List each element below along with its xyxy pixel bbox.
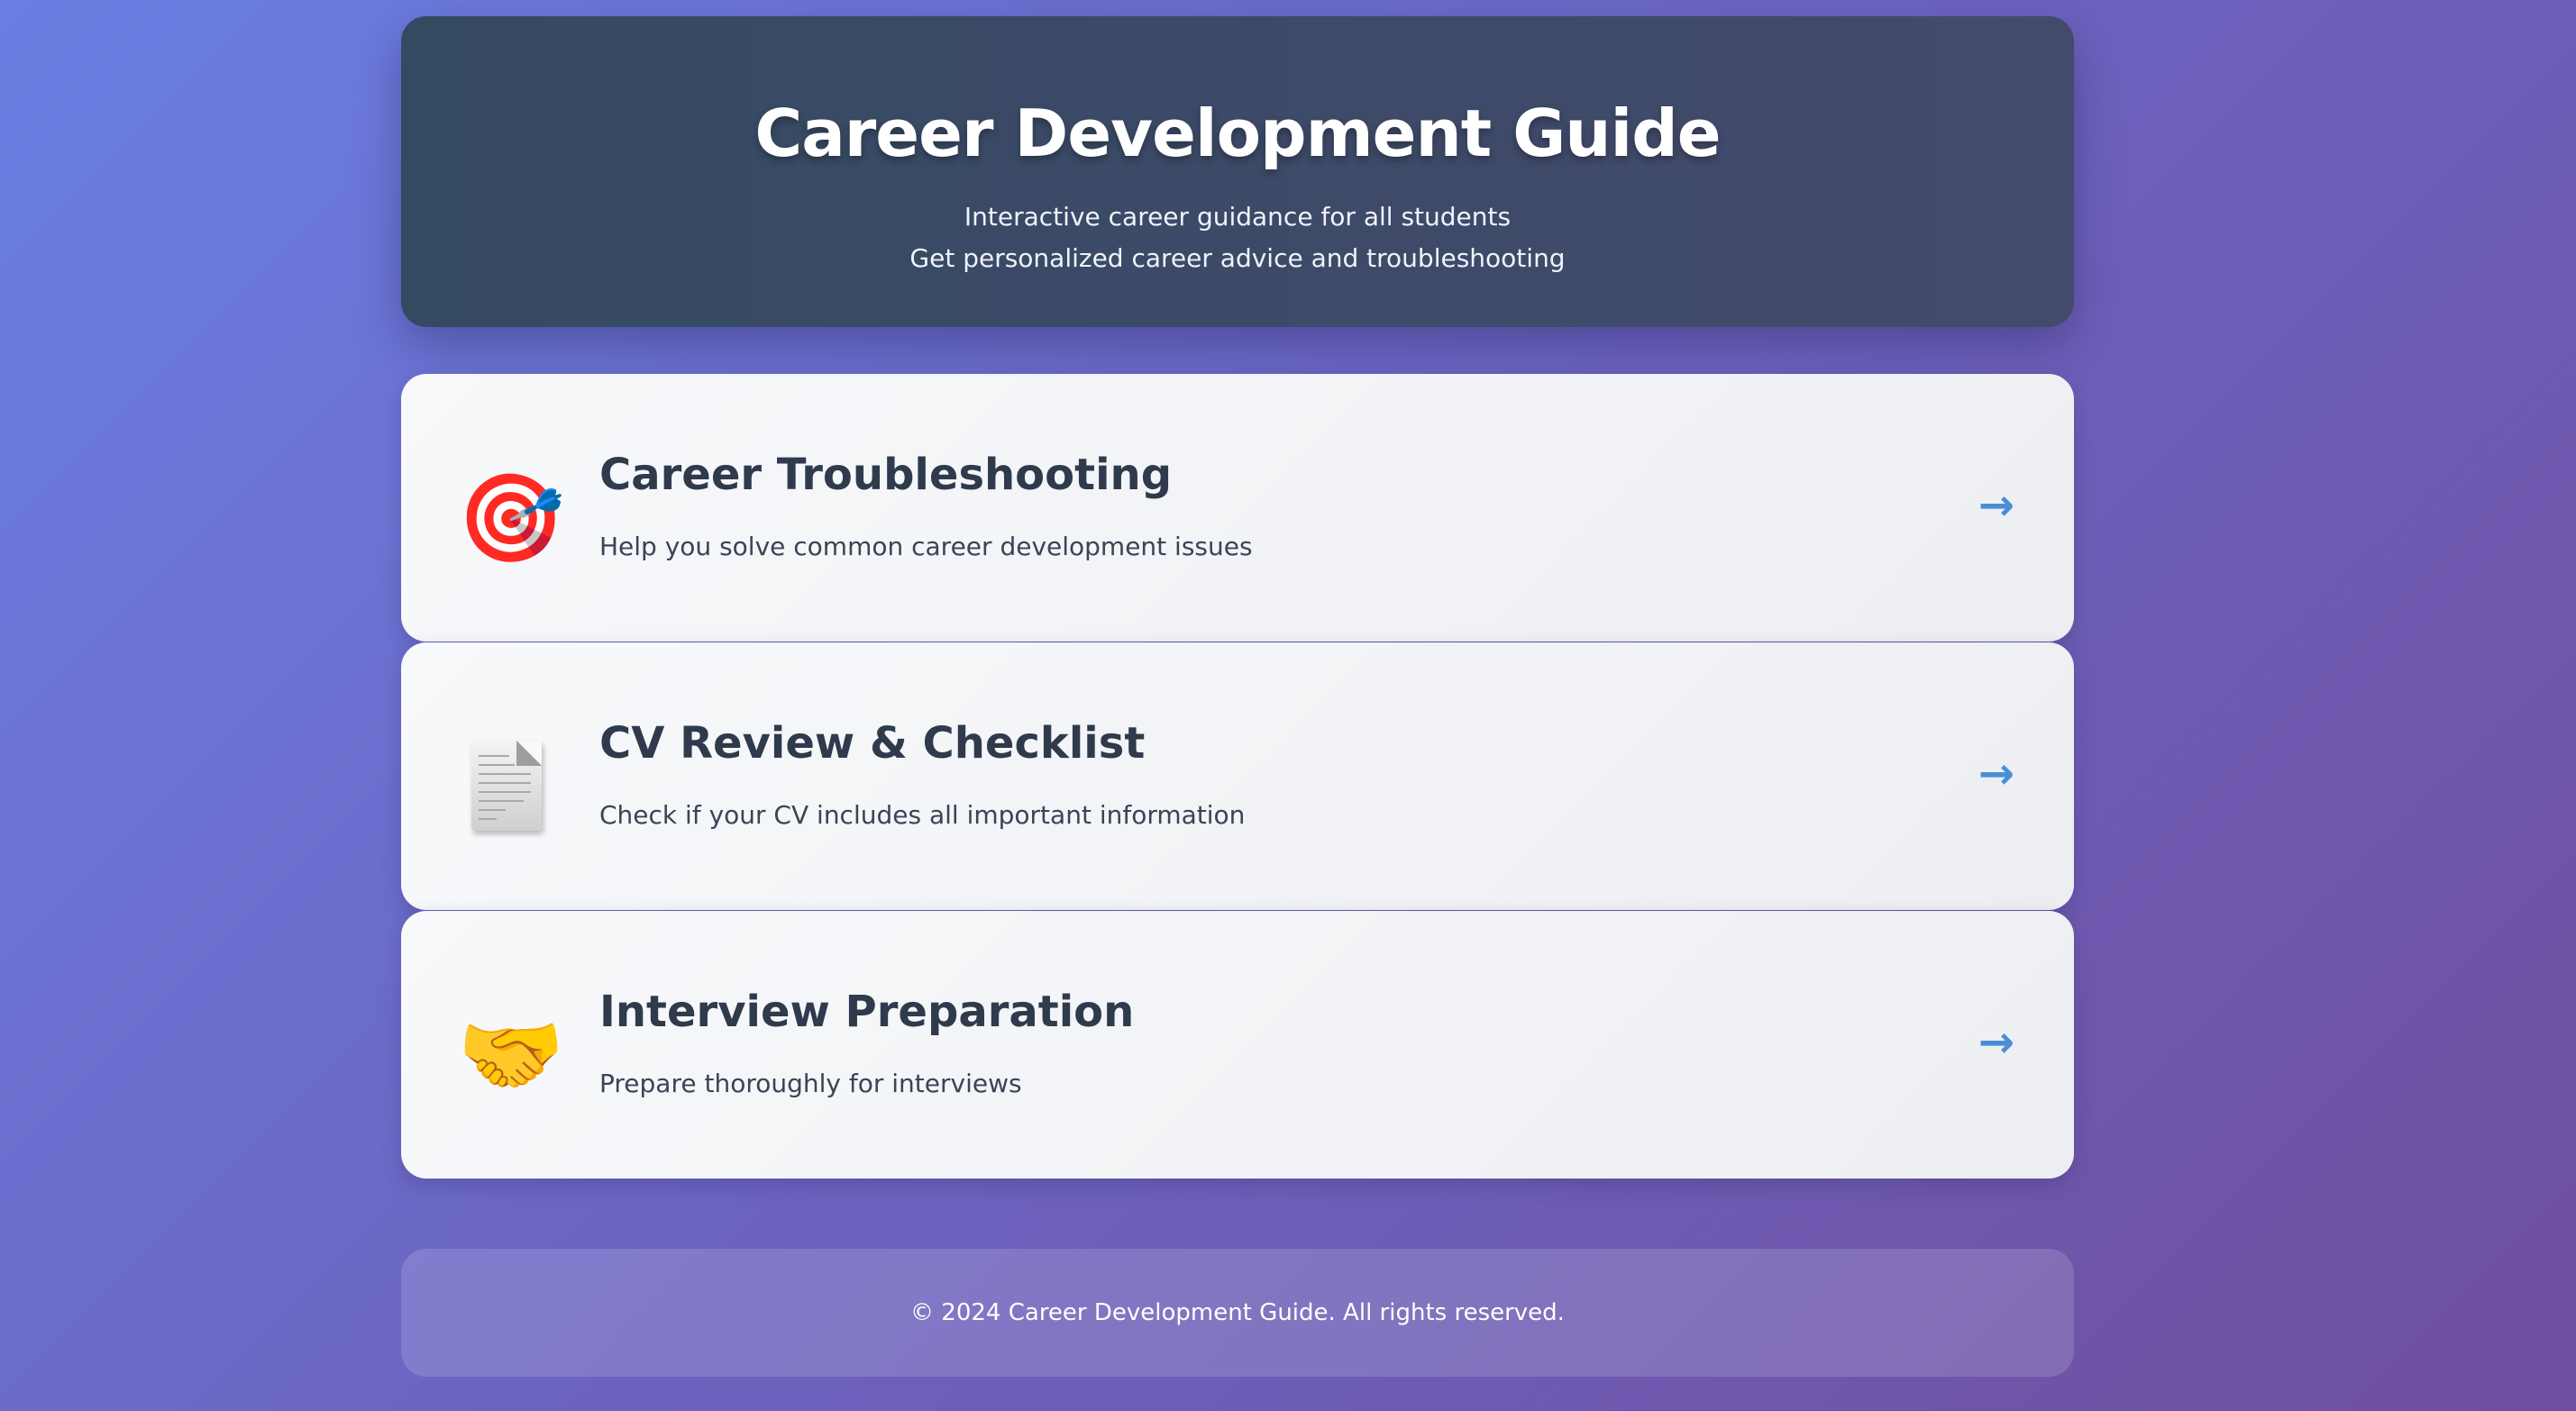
card-description: Check if your CV includes all important … [599, 800, 1246, 830]
card-list: 🎯 Career Troubleshooting Help you solve … [401, 374, 2074, 1179]
card-title: CV Review & Checklist [599, 718, 1146, 769]
arrow-right-icon[interactable]: → [1978, 484, 2014, 527]
subtitle-line-2: Get personalized career advice and troub… [909, 243, 1566, 273]
footer-copyright: © 2024 Career Development Guide. All rig… [910, 1299, 1565, 1326]
handshake-icon: 🤝 [457, 1005, 565, 1106]
document-icon [457, 737, 556, 836]
arrow-right-icon[interactable]: → [1978, 752, 2014, 796]
card-career-troubleshooting[interactable]: 🎯 Career Troubleshooting Help you solve … [401, 374, 2074, 642]
page-container: Career Development Guide Interactive car… [401, 16, 2074, 1377]
card-description: Prepare thoroughly for interviews [599, 1069, 1022, 1098]
header-subtitle: Interactive career guidance for all stud… [401, 196, 2074, 279]
card-interview-preparation[interactable]: 🤝 Interview Preparation Prepare thorough… [401, 911, 2074, 1179]
card-description: Help you solve common career development… [599, 532, 1253, 561]
subtitle-line-1: Interactive career guidance for all stud… [964, 202, 1512, 232]
arrow-right-icon[interactable]: → [1978, 1021, 2014, 1064]
card-title: Career Troubleshooting [599, 450, 1173, 500]
page-title: Career Development Guide [754, 96, 1721, 171]
page-footer: © 2024 Career Development Guide. All rig… [401, 1249, 2074, 1377]
target-icon: 🎯 [457, 468, 565, 569]
card-title: Interview Preparation [599, 987, 1135, 1037]
card-cv-review[interactable]: CV Review & Checklist Check if your CV i… [401, 642, 2074, 910]
page-header: Career Development Guide Interactive car… [401, 16, 2074, 327]
